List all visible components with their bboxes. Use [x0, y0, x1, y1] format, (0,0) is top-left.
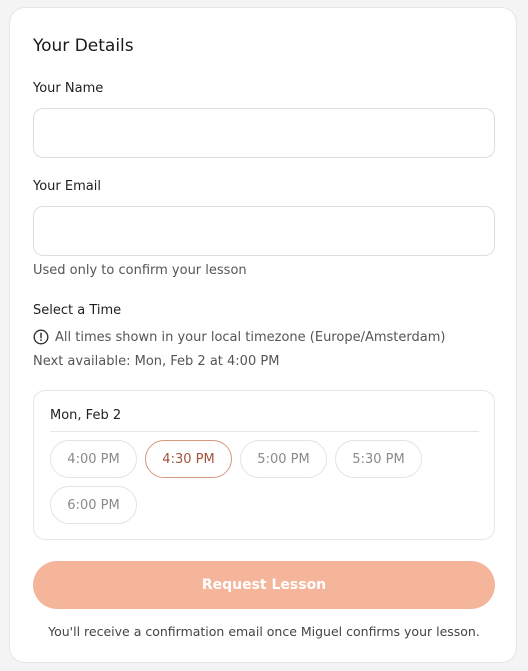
time-slot[interactable]: 4:00 PM [50, 440, 137, 478]
request-lesson-button[interactable]: Request Lesson [33, 561, 495, 609]
next-available: Next available: Mon, Feb 2 at 4:00 PM [33, 354, 280, 369]
name-label: Your Name [33, 81, 104, 96]
email-field-wrapper [33, 206, 495, 256]
time-label: Select a Time [33, 303, 122, 318]
confirmation-note: You'll receive a confirmation email once… [48, 624, 480, 639]
time-slots-panel: Mon, Feb 2 4:00 PM 4:30 PM 5:00 PM 5:30 … [33, 390, 495, 540]
name-input[interactable] [34, 109, 494, 157]
clock-icon [33, 329, 49, 345]
details-card: Your Details Your Name Your Email Used o… [9, 7, 517, 663]
time-slot[interactable]: 5:30 PM [335, 440, 422, 478]
timezone-row: All times shown in your local timezone (… [33, 329, 445, 345]
time-slot[interactable]: 5:00 PM [240, 440, 327, 478]
email-hint: Used only to confirm your lesson [33, 263, 247, 278]
email-input[interactable] [34, 207, 494, 255]
name-field-wrapper [33, 108, 495, 158]
time-slot[interactable]: 6:00 PM [50, 486, 137, 524]
day-divider [50, 431, 479, 432]
timezone-note: All times shown in your local timezone (… [55, 329, 446, 345]
section-title: Your Details [33, 36, 134, 56]
email-label: Your Email [33, 179, 101, 194]
time-slot-selected[interactable]: 4:30 PM [145, 440, 232, 478]
day-label: Mon, Feb 2 [50, 408, 122, 423]
